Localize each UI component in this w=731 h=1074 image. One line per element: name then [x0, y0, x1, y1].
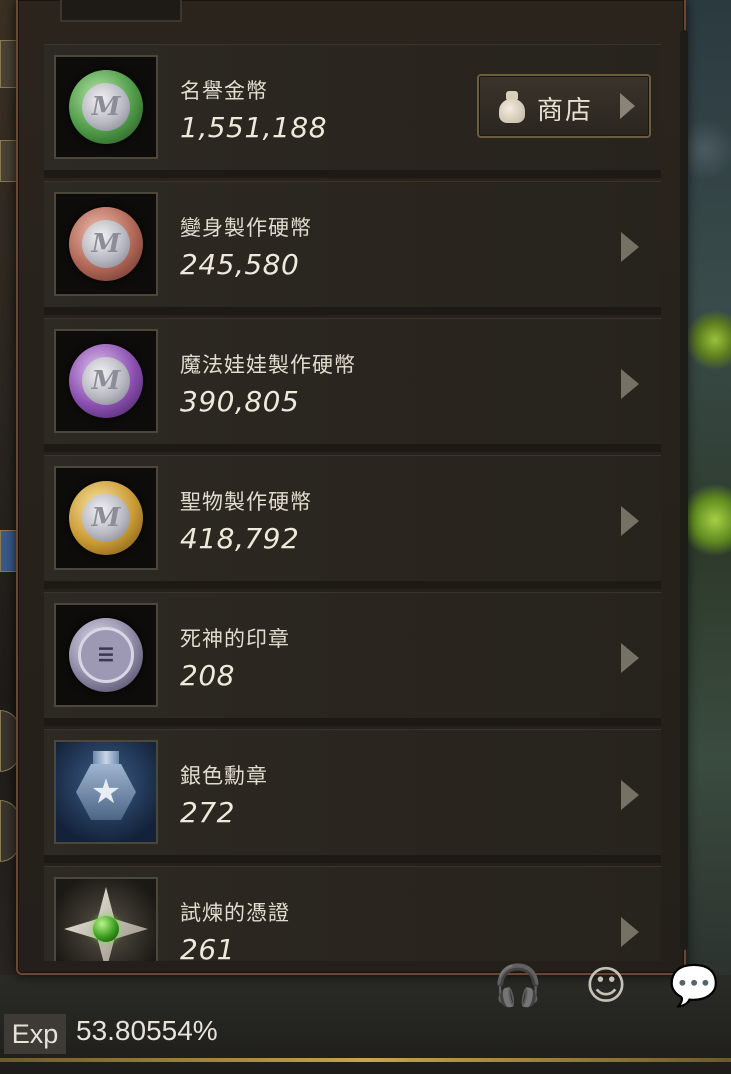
green-coin-icon: M — [69, 70, 143, 144]
chevron-right-icon[interactable] — [621, 917, 639, 947]
currency-row-relic-coin[interactable]: M 聖物製作硬幣 418,792 — [44, 455, 661, 582]
icon-frame: ☰ — [54, 603, 158, 707]
icon-frame — [54, 877, 158, 961]
green-gem-icon — [93, 916, 119, 942]
currency-amount: 272 — [180, 796, 235, 829]
shop-button[interactable]: 商店 — [477, 74, 651, 138]
chevron-right-icon[interactable] — [621, 232, 639, 262]
currency-name: 試煉的憑證 — [180, 901, 290, 925]
money-bag-icon — [499, 91, 525, 123]
row-divider — [44, 581, 661, 589]
chat-icon[interactable]: 💬 — [668, 962, 720, 1010]
panel-top-tab — [60, 0, 182, 22]
emoji-icon[interactable]: ☺ — [580, 962, 632, 1010]
icon-frame: M — [54, 466, 158, 570]
icon-frame: ★ — [54, 740, 158, 844]
currency-row-transform-coin[interactable]: M 變身製作硬幣 245,580 — [44, 181, 661, 308]
shop-button-label: 商店 — [537, 96, 594, 126]
currency-row-trial-token[interactable]: 試煉的憑證 261 — [44, 866, 661, 961]
gold-coin-icon: M — [69, 481, 143, 555]
headset-icon[interactable]: 🎧 — [492, 962, 544, 1010]
chevron-right-icon[interactable] — [621, 643, 639, 673]
exp-bar — [0, 1058, 731, 1062]
currency-amount: 418,792 — [180, 522, 300, 555]
silver-medal-icon: ★ — [71, 751, 141, 827]
currency-name: 變身製作硬幣 — [180, 216, 312, 240]
icon-frame: M — [54, 329, 158, 433]
currency-amount: 208 — [180, 659, 235, 692]
currency-name: 銀色勳章 — [180, 764, 268, 788]
currency-name: 聖物製作硬幣 — [180, 490, 312, 514]
currency-row-magic-doll-coin[interactable]: M 魔法娃娃製作硬幣 390,805 — [44, 318, 661, 445]
reaper-seal-icon: ☰ — [69, 618, 143, 692]
row-divider — [44, 444, 661, 452]
chevron-right-icon[interactable] — [621, 369, 639, 399]
row-divider — [44, 718, 661, 726]
exp-label: Exp — [4, 1014, 66, 1054]
icon-frame: M — [54, 192, 158, 296]
panel-scrollbar[interactable] — [680, 30, 688, 950]
copper-coin-icon: M — [69, 207, 143, 281]
currency-row-reaper-seal[interactable]: ☰ 死神的印章 208 — [44, 592, 661, 719]
currency-amount: 261 — [180, 933, 235, 961]
chevron-right-icon — [620, 93, 635, 119]
purple-coin-icon: M — [69, 344, 143, 418]
currency-amount: 390,805 — [180, 385, 300, 418]
row-divider — [44, 170, 661, 178]
currency-name: 死神的印章 — [180, 627, 290, 651]
row-divider — [44, 307, 661, 315]
chevron-right-icon[interactable] — [621, 780, 639, 810]
currency-name: 名譽金幣 — [180, 79, 268, 103]
chevron-right-icon[interactable] — [621, 506, 639, 536]
currency-row-honor-coin[interactable]: M 名譽金幣 1,551,188 商店 — [44, 44, 661, 171]
row-divider — [44, 855, 661, 863]
exp-value: 53.80554% — [76, 1015, 218, 1046]
currency-amount: 1,551,188 — [180, 111, 328, 144]
currency-row-silver-medal[interactable]: ★ 銀色勳章 272 — [44, 729, 661, 856]
game-background-right — [685, 0, 731, 1010]
currency-name: 魔法娃娃製作硬幣 — [180, 353, 356, 377]
currency-amount: 245,580 — [180, 248, 300, 281]
icon-frame: M — [54, 55, 158, 159]
